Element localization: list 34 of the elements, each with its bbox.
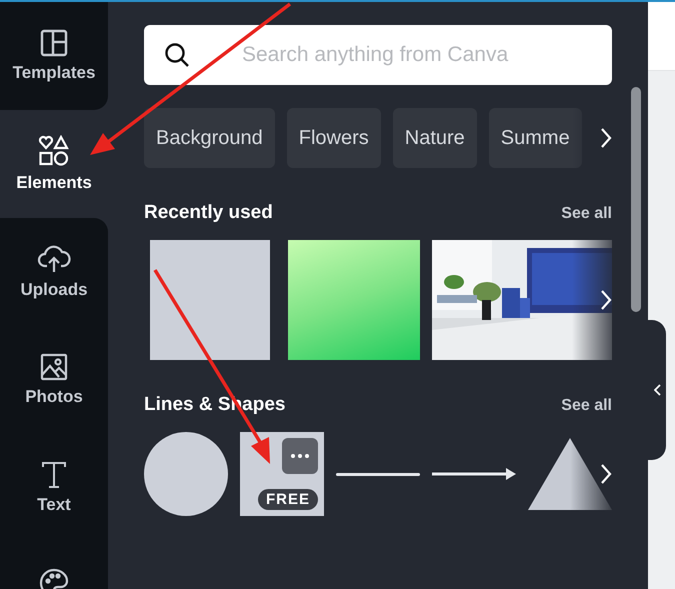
section-title: Recently used	[144, 202, 273, 224]
more-icon	[291, 454, 309, 458]
chevron-right-icon[interactable]	[600, 127, 612, 149]
category-chip[interactable]: Flowers	[286, 108, 381, 168]
more-button[interactable]	[282, 438, 318, 474]
sidebar-tab[interactable]: Templates	[0, 2, 108, 110]
text-icon	[41, 461, 67, 489]
square-shape[interactable]: FREE	[240, 432, 324, 516]
blank-thumbnail[interactable]	[150, 240, 270, 360]
gradient-thumbnail[interactable]	[288, 240, 420, 360]
sidebar-tab[interactable]: Photos	[0, 326, 108, 434]
palette-icon[interactable]	[39, 568, 69, 589]
category-chip[interactable]: Nature	[392, 108, 477, 168]
shapes-icon	[38, 135, 70, 167]
sidebar-tab[interactable]: Text	[0, 434, 108, 542]
image-icon	[40, 353, 68, 381]
chevron-left-icon	[654, 384, 660, 396]
line-shape[interactable]	[336, 472, 420, 476]
category-chip[interactable]: Background	[144, 108, 275, 168]
free-badge: FREE	[258, 489, 318, 510]
triangle-shape[interactable]	[528, 438, 612, 510]
search-field[interactable]: Search anything from Canva	[144, 25, 612, 85]
search-icon	[164, 42, 190, 68]
scrollbar[interactable]	[631, 87, 641, 312]
chevron-right-icon[interactable]	[600, 289, 612, 311]
see-all-link[interactable]: See all	[561, 205, 612, 223]
sidebar-tab[interactable]: Uploads	[0, 218, 108, 326]
category-chip[interactable]: Summe	[488, 108, 582, 168]
cloud-upload-icon	[37, 244, 71, 274]
see-all-link[interactable]: See all	[561, 397, 612, 415]
chevron-right-icon[interactable]	[600, 463, 612, 485]
layout-icon	[40, 29, 68, 57]
arrow-shape[interactable]	[432, 468, 516, 480]
collapse-handle[interactable]	[648, 320, 666, 460]
